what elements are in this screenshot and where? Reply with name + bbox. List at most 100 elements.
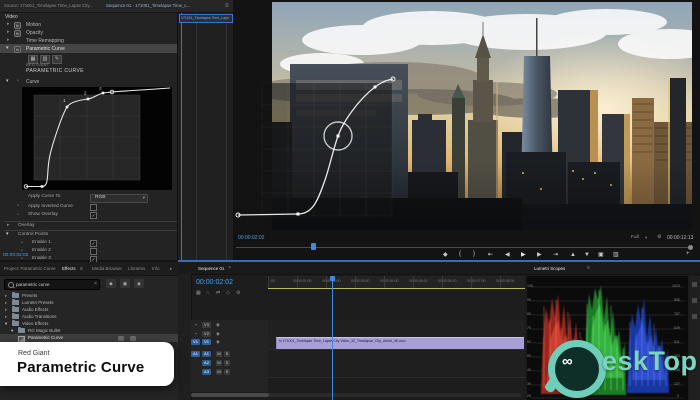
timeline-playhead-head[interactable]: [330, 276, 335, 281]
mark-in-button[interactable]: {: [459, 251, 461, 257]
mark-out-button[interactable]: }: [473, 251, 475, 257]
scope-option-icon[interactable]: [692, 282, 697, 287]
panel-menu-icon[interactable]: ≡: [225, 3, 229, 9]
tree-item-presets[interactable]: ▸ Presets: [0, 291, 178, 299]
chevron-right-icon[interactable]: ▸: [7, 38, 10, 43]
timeline-scrollbar[interactable]: [191, 393, 521, 397]
toggle-output-icon[interactable]: ◉: [216, 339, 220, 345]
panel-menu-icon[interactable]: ≡: [587, 265, 590, 271]
parametric-curve-overlay[interactable]: [233, 0, 700, 232]
monitor-scrubber[interactable]: [236, 246, 692, 248]
tab-close-icon[interactable]: ×: [228, 265, 231, 271]
track-a1-badge[interactable]: A1: [202, 351, 211, 357]
motion-row[interactable]: ▸ fx Motion: [0, 21, 176, 29]
control-points-section-label[interactable]: Control Points: [18, 232, 48, 238]
toggle-output-icon[interactable]: ◉: [216, 322, 220, 328]
tab-media-browser[interactable]: Media Browser: [92, 266, 122, 271]
apply-curve-to-dropdown[interactable]: RGB ▾: [90, 193, 148, 203]
show-overlay-checkbox[interactable]: ✓: [90, 212, 97, 219]
chevron-down-icon[interactable]: ▾: [6, 232, 9, 237]
mute-a3-button[interactable]: M: [216, 369, 222, 375]
zoom-level-dropdown[interactable]: Full: [631, 235, 639, 241]
curve-control-point[interactable]: [373, 85, 377, 89]
zoom-dropdown-icon[interactable]: ▾: [645, 235, 647, 241]
go-to-out-button[interactable]: ⇥: [553, 252, 558, 258]
mute-a1-button[interactable]: M: [216, 351, 222, 357]
timeline-timecode[interactable]: 00:00:02:02: [196, 279, 233, 286]
solo-a3-button[interactable]: S: [224, 369, 230, 375]
tab-libraries[interactable]: Libraries: [128, 266, 145, 271]
tree-item-video-effects[interactable]: ▾ Video Effects: [0, 319, 178, 327]
comparison-view-button[interactable]: ▥: [613, 252, 619, 258]
timeline-scrollbar-thumb[interactable]: [191, 393, 269, 397]
track-a2-badge[interactable]: A2: [202, 360, 211, 366]
source-patch-a1[interactable]: A1: [191, 351, 200, 357]
step-forward-button[interactable]: ▶: [537, 252, 542, 258]
timeline-settings-icon[interactable]: ⚙: [236, 291, 240, 296]
chevron-right-icon[interactable]: ▸: [7, 22, 10, 27]
timeline-clip[interactable]: fx 171001_Timelapse Time_Lapse City Vide…: [276, 337, 524, 349]
stopwatch-icon[interactable]: ◔: [16, 79, 19, 84]
sequence-clip-label[interactable]: Sequence 01 · 171001_Timelapse Time_L...: [106, 3, 190, 8]
tab-sequence[interactable]: Sequence 01: [198, 266, 225, 271]
source-patch-v1[interactable]: V1: [191, 339, 200, 345]
extract-button[interactable]: ▼: [584, 252, 590, 258]
clip-chip[interactable]: 171001_Timelapse Time_Laps: [179, 14, 233, 23]
work-area-bar[interactable]: [268, 287, 525, 289]
effect-controls-timecode[interactable]: 00:00:02:02: [3, 253, 28, 259]
track-v2-badge[interactable]: V2: [202, 331, 211, 337]
monitor-timecode[interactable]: 00:00:02:02: [238, 236, 264, 241]
lift-button[interactable]: ▲: [570, 252, 576, 258]
curve-control-point[interactable]: [336, 134, 340, 138]
solo-a2-button[interactable]: S: [224, 360, 230, 366]
go-to-in-button[interactable]: ⇤: [488, 252, 493, 258]
marker-tool-icon[interactable]: ◇: [226, 291, 230, 296]
chevron-down-icon[interactable]: ▾: [6, 46, 9, 51]
scrubber-end-knob[interactable]: [688, 244, 693, 250]
enable-1-checkbox[interactable]: ✓: [90, 240, 97, 247]
apply-inverted-checkbox[interactable]: [90, 203, 97, 211]
tree-item-parametric-curve[interactable]: Parametric Curve: [0, 334, 178, 343]
tree-item-audio-effects[interactable]: ▸ Audio Effects: [0, 305, 178, 313]
panel-menu-icon[interactable]: ≡: [80, 266, 83, 272]
track-v1-badge[interactable]: V1: [202, 339, 211, 345]
curve-editor-canvas[interactable]: 1 2 3: [22, 86, 172, 190]
curve-control-point[interactable]: [296, 212, 300, 216]
tab-effects[interactable]: Effects: [62, 266, 76, 271]
tree-item-rg-magic-bullet[interactable]: ▾ RG Magic Bullet: [0, 326, 178, 334]
tab-lumetri-scopes[interactable]: Lumetri Scopes: [534, 266, 565, 271]
fx-icon[interactable]: fx: [14, 45, 22, 53]
fx-icon[interactable]: fx: [14, 21, 22, 29]
tab-overflow-icon[interactable]: ▸: [170, 266, 172, 272]
add-marker-button[interactable]: ◆: [443, 252, 448, 258]
track-v3-badge[interactable]: V3: [202, 322, 211, 328]
step-back-button[interactable]: ◀: [505, 252, 510, 258]
lock-icon[interactable]: ▪: [195, 331, 197, 337]
scope-option-icon[interactable]: [692, 298, 697, 303]
curve-editor[interactable]: 1 2 3: [22, 86, 172, 190]
export-frame-button[interactable]: ▣: [598, 252, 604, 258]
stopwatch-icon[interactable]: ◔: [16, 212, 19, 218]
filter-accelerated-button[interactable]: ◆: [106, 279, 116, 288]
chevron-right-icon[interactable]: ▸: [7, 223, 10, 228]
stopwatch-icon[interactable]: ◔: [16, 204, 19, 209]
linked-selection-icon[interactable]: ⇄: [216, 291, 220, 296]
overlay-section-label[interactable]: Overlay: [18, 223, 35, 229]
tree-item-audio-transitions[interactable]: ▸ Audio Transitions: [0, 312, 178, 320]
play-button[interactable]: ▶: [521, 252, 526, 258]
opacity-row[interactable]: ▸ fx Opacity: [0, 29, 176, 37]
insert-overwrite-icon[interactable]: ▦: [196, 291, 201, 296]
monitor-playhead[interactable]: [311, 243, 316, 250]
source-clip-label[interactable]: Source: 171001_Timelapse Time_Lapse City…: [4, 3, 93, 8]
fx-icon[interactable]: fx: [14, 29, 22, 37]
search-clear-icon[interactable]: ×: [94, 281, 97, 287]
edit-pencil-icon[interactable]: ✎: [52, 55, 62, 64]
settings-wrench-icon[interactable]: ⚙: [657, 235, 661, 240]
snap-icon[interactable]: ∩: [206, 291, 210, 296]
track-a3-badge[interactable]: A3: [202, 369, 211, 375]
mini-timeline-playhead[interactable]: [181, 13, 182, 260]
timeline-playhead[interactable]: [332, 276, 333, 400]
toggle-output-icon[interactable]: ◉: [216, 331, 220, 337]
chevron-right-icon[interactable]: ▸: [7, 30, 10, 35]
enable-2-checkbox[interactable]: [90, 248, 97, 255]
